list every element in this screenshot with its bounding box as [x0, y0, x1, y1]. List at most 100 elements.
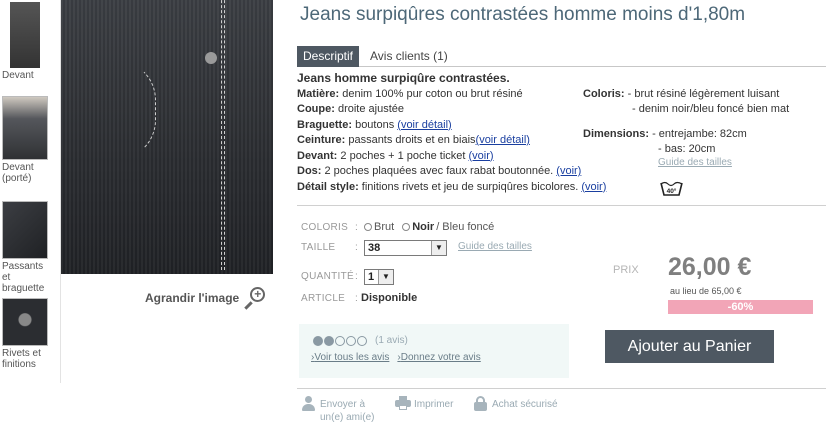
size-guide-link[interactable]: Guide des tailles — [458, 241, 532, 252]
send-to-friend-link[interactable]: Envoyer à un(e) ami(e) — [301, 396, 374, 424]
colon: : — [355, 293, 358, 304]
quantite-label: QUANTITÉ — [301, 271, 354, 282]
voir-detail-link[interactable]: (voir détail) — [476, 134, 530, 146]
rating-stars: (1 avis) — [313, 335, 408, 346]
rating-dot-icon — [313, 335, 323, 346]
price-label: PRIX — [613, 264, 639, 276]
tab-avis-clients[interactable]: Avis clients (1) — [364, 46, 454, 67]
button-detail — [205, 52, 217, 64]
main-product-image[interactable] — [61, 0, 273, 274]
thumbnail-rivets[interactable]: Rivets et finitions — [2, 298, 50, 370]
rating-dot-icon — [335, 335, 345, 346]
desc-label: Braguette: — [297, 118, 353, 131]
send-to-friend-label: Envoyer à un(e) ami(e) — [320, 399, 375, 423]
printer-icon — [395, 396, 411, 411]
spec-label: Coloris: — [583, 88, 625, 100]
radio-icon — [402, 223, 411, 231]
price: 26,00 € — [668, 253, 752, 281]
voir-link[interactable]: (voir) — [556, 165, 581, 177]
secure-purchase-link[interactable]: Achat sécurisé — [473, 396, 558, 411]
thumbnail-caption: Devant — [2, 70, 34, 81]
divider — [297, 205, 826, 206]
desc-value: 2 poches + 1 poche ticket — [337, 149, 469, 162]
article-label: ARTICLE — [301, 293, 346, 304]
desc-label: Coupe: — [297, 103, 335, 115]
coloris-label: COLORIS — [301, 222, 349, 233]
tab-descriptif[interactable]: Descriptif — [297, 46, 360, 67]
secure-purchase-label: Achat sécurisé — [492, 399, 558, 410]
color-option-brut[interactable]: Brut — [364, 221, 394, 233]
divider — [297, 388, 826, 389]
desc-dos: Dos: 2 poches plaquées avec faux rabat b… — [297, 164, 587, 180]
desc-label: Détail style: — [297, 180, 359, 193]
desc-label: Devant: — [297, 149, 338, 162]
write-review-link[interactable]: Donnez votre avis — [397, 352, 481, 363]
zoom-icon: + — [243, 287, 266, 310]
print-link[interactable]: Imprimer — [395, 396, 453, 411]
color-option-label: Brut — [374, 221, 395, 233]
desc-label: Dos: — [297, 165, 322, 177]
product-specs: Coloris: - brut résiné légèrement luisan… — [583, 87, 789, 171]
product-description: Jeans homme surpiqûre contrastées. Matiè… — [297, 71, 606, 196]
enlarge-image-link[interactable]: Agrandir l'image + — [145, 287, 266, 310]
stitching-detail — [66, 60, 156, 160]
radio-icon — [364, 223, 372, 231]
color-options: Brut Noir / Bleu foncé — [364, 221, 494, 233]
desc-detail-style: Détail style: finitions rivets et jeu de… — [297, 180, 606, 196]
desc-value: droite ajustée — [334, 103, 404, 115]
wash-temperature: 40° — [667, 187, 677, 195]
rating-dot-icon — [346, 335, 356, 346]
stitching-detail — [221, 0, 225, 270]
thumbnail-front[interactable]: Devant — [2, 2, 50, 81]
review-count: (1 avis) — [375, 335, 408, 346]
thumbnail-belt-loops[interactable]: Passants et braguette — [2, 201, 50, 294]
desc-value: passants droits et en biais — [345, 134, 476, 146]
color-option-suffix: / Bleu foncé — [436, 221, 495, 233]
spec-label: Dimensions: — [583, 128, 650, 140]
size-select[interactable]: 38 ▼ — [364, 240, 447, 256]
see-all-reviews-link[interactable]: Voir tous les avis — [311, 352, 389, 363]
chevron-down-icon: ▼ — [378, 270, 393, 284]
desc-devant: Devant: 2 poches + 1 poche ticket (voir) — [297, 149, 587, 165]
spec-value: - brut résiné légèrement luisant — [624, 88, 780, 100]
tab-bar: Descriptif Avis clients (1) — [297, 46, 826, 67]
colon: : — [355, 222, 358, 233]
thumbnail-worn[interactable]: Devant (porté) — [2, 96, 50, 184]
desc-coupe: Coupe: droite ajustée — [297, 102, 587, 118]
add-to-cart-button[interactable]: Ajouter au Panier — [605, 330, 774, 363]
person-icon — [301, 396, 316, 411]
size-select-value: 38 — [368, 242, 381, 254]
desc-matiere: Matière: denim 100% pur coton ou brut ré… — [297, 87, 587, 103]
voir-link[interactable]: (voir) — [581, 181, 606, 193]
desc-value: finitions rivets et jeu de surpiqûres bi… — [358, 180, 582, 193]
size-guide-link[interactable]: Guide des tailles — [583, 156, 789, 171]
quantity-select[interactable]: 1 ▼ — [364, 269, 394, 285]
color-option-label: Noir — [412, 221, 435, 233]
rating-dot-icon — [357, 335, 367, 346]
rating-links: Voir tous les avis Donnez votre avis — [311, 352, 481, 363]
thumbnail-column: Devant Devant (porté) Passants et brague… — [0, 0, 60, 431]
thumbnail-image — [2, 201, 48, 259]
stock-status: Disponible — [361, 292, 418, 304]
lock-icon — [473, 396, 488, 411]
spec-value: - denim noir/bleu foncé bien mat — [632, 102, 790, 115]
desc-ceinture: Ceinture: passants droits et en biais(vo… — [297, 133, 587, 149]
thumbnail-image — [2, 298, 48, 346]
desc-braguette: Braguette: boutons (voir détail) — [297, 118, 587, 134]
color-option-noir[interactable]: Noir / Bleu foncé — [402, 221, 494, 233]
thumbnail-caption: Rivets et finitions — [2, 348, 41, 370]
voir-link[interactable]: (voir) — [469, 150, 494, 162]
quantity-select-value: 1 — [368, 271, 375, 283]
spec-value: - entrejambe: 82cm — [649, 128, 747, 140]
rating-dot-icon — [324, 335, 334, 346]
spec-value: - bas: 20cm — [658, 142, 716, 155]
thumbnail-image — [2, 96, 48, 160]
enlarge-image-label: Agrandir l'image — [145, 291, 240, 305]
thumbnail-caption: Devant (porté) — [2, 162, 34, 184]
voir-detail-link[interactable]: (voir détail) — [397, 119, 451, 131]
taille-label: TAILLE — [301, 242, 336, 253]
chevron-down-icon: ▼ — [431, 241, 446, 255]
desc-label: Ceinture: — [297, 134, 346, 146]
desc-value: denim 100% pur coton ou brut résiné — [339, 87, 523, 100]
rating-box: (1 avis) Voir tous les avis Donnez votre… — [299, 324, 569, 378]
